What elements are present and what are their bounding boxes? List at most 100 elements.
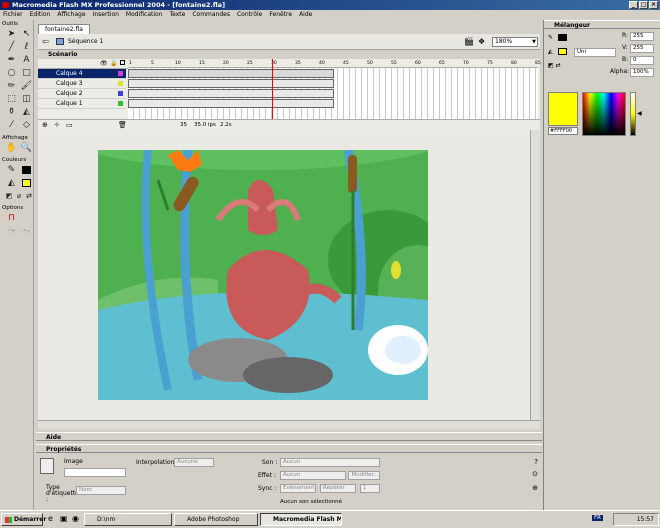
layer-row[interactable]: Calque 4 xyxy=(38,69,126,79)
hex-input[interactable]: #FFFF00 xyxy=(548,127,578,135)
zoom-tool-icon[interactable]: 🔍 xyxy=(20,142,33,154)
fill-type-select[interactable]: Uni xyxy=(574,48,616,57)
taskbar-item-flash[interactable]: Macromedia Flash MX... xyxy=(260,513,342,526)
brush-tool-icon[interactable]: 🖌 xyxy=(20,80,33,92)
blue-input[interactable]: 0 xyxy=(630,56,654,65)
rectangle-tool-icon[interactable]: □ xyxy=(20,67,33,79)
timeline-title[interactable]: Scénario xyxy=(38,50,540,59)
menu-insertion[interactable]: Insertion xyxy=(93,10,119,20)
fill-color-icon[interactable]: ◭ xyxy=(5,177,18,189)
ink-bottle-tool-icon[interactable]: ⚱ xyxy=(5,106,18,118)
playhead[interactable] xyxy=(272,59,273,119)
menu-aide[interactable]: Aide xyxy=(299,10,312,20)
stroke-color-swatch[interactable] xyxy=(20,164,33,176)
arrow-tool-icon[interactable]: ➤ xyxy=(5,28,18,40)
maximize-button[interactable]: □ xyxy=(639,1,648,9)
menu-texte[interactable]: Texte xyxy=(170,10,186,20)
eraser-tool-icon[interactable]: ◇ xyxy=(20,119,33,131)
eye-icon[interactable]: 👁 xyxy=(100,60,108,67)
default-colors-icon[interactable]: ◩ xyxy=(5,190,13,202)
menu-fenetre[interactable]: Fenêtre xyxy=(269,10,292,20)
aide-panel[interactable]: Aide xyxy=(36,432,542,441)
alpha-input[interactable]: 100% xyxy=(630,68,654,77)
help-icon[interactable]: ? xyxy=(534,458,538,466)
mixer-title[interactable]: Mélangeur xyxy=(544,20,660,29)
properties-title[interactable]: Propriétés xyxy=(36,444,542,453)
language-indicator[interactable]: FR xyxy=(592,515,603,521)
stroke-color-icon[interactable]: ✎ xyxy=(5,164,18,176)
smooth-option-icon[interactable]: ⤳ xyxy=(5,225,18,237)
snap-magnet-icon[interactable]: ⊓ xyxy=(5,212,18,224)
sync-select[interactable]: Evénement xyxy=(280,484,316,493)
horizontal-scrollbar[interactable] xyxy=(38,420,540,429)
document-tab[interactable]: fontaine2.fla xyxy=(38,24,90,34)
eyedropper-tool-icon[interactable]: ⁄ xyxy=(5,119,18,131)
line-tool-icon[interactable]: ╱ xyxy=(5,41,18,53)
swap-colors-icon[interactable]: ⇄ xyxy=(25,190,33,202)
green-input[interactable]: 255 xyxy=(630,44,654,53)
menu-commandes[interactable]: Commandes xyxy=(192,10,230,20)
zoom-select[interactable]: 180% ▼ xyxy=(492,37,538,47)
effet-select[interactable]: Aucun xyxy=(280,471,346,480)
outline-icon[interactable] xyxy=(120,60,125,65)
add-folder-icon[interactable]: ▭ xyxy=(66,121,73,129)
straighten-option-icon[interactable]: ⥊ xyxy=(20,225,33,237)
interpolation-select[interactable]: Aucune xyxy=(174,458,214,467)
back-arrow-icon[interactable]: ⇦ xyxy=(42,38,49,46)
label-type-select[interactable]: Nom xyxy=(76,486,126,495)
start-button[interactable]: Démarrer xyxy=(1,513,46,526)
pen-tool-icon[interactable]: ✒ xyxy=(5,54,18,66)
expand-icon[interactable]: ⊕ xyxy=(532,484,538,492)
transform-tool-icon[interactable]: ⬚ xyxy=(5,93,18,105)
minimize-button[interactable]: _ xyxy=(629,1,638,9)
text-tool-icon[interactable]: A xyxy=(20,54,33,66)
add-layer-icon[interactable]: ⊕ xyxy=(42,121,48,129)
edit-icon[interactable]: ⊙ xyxy=(532,470,538,478)
menu-fichier[interactable]: Fichier xyxy=(3,10,23,20)
subselect-tool-icon[interactable]: ↖ xyxy=(20,28,33,40)
frame-label-input[interactable] xyxy=(64,468,126,477)
layer-row[interactable]: Calque 1 xyxy=(38,99,126,109)
layer-row[interactable]: Calque 2 xyxy=(38,89,126,99)
quicklaunch-ie-icon[interactable]: e xyxy=(48,514,53,523)
stage-canvas[interactable] xyxy=(98,150,428,400)
modifier-button[interactable]: Modifier... xyxy=(348,471,380,480)
close-button[interactable]: × xyxy=(649,1,658,9)
no-color-icon[interactable]: ⌀ xyxy=(15,190,23,202)
paint-bucket-tool-icon[interactable]: ◭ xyxy=(20,106,33,118)
taskbar-item-folder[interactable]: D:\nm xyxy=(84,513,172,526)
edit-scene-icon[interactable]: 🎬 xyxy=(464,37,474,46)
repeat-count[interactable]: 1 xyxy=(360,484,380,493)
lock-icon[interactable]: 🔒 xyxy=(110,60,117,67)
menu-affichage[interactable]: Affichage xyxy=(57,10,85,20)
son-select[interactable]: Aucun xyxy=(280,458,380,467)
edit-symbol-icon[interactable]: ❖ xyxy=(478,37,485,46)
pencil-tool-icon[interactable]: ✏ xyxy=(5,80,18,92)
oval-tool-icon[interactable]: ○ xyxy=(5,67,18,79)
frame-rate[interactable]: 35.0 ips xyxy=(194,122,216,128)
frames-grid[interactable]: 1 5 10 15 20 25 30 35 40 45 50 55 60 65 70 75 80 85 xyxy=(128,59,541,119)
mixer-fill-swatch[interactable] xyxy=(558,48,567,55)
add-guide-icon[interactable]: ✧ xyxy=(54,121,60,129)
aide-panel-title[interactable]: Aide xyxy=(36,432,542,441)
color-spectrum[interactable] xyxy=(582,92,626,136)
vertical-scrollbar[interactable] xyxy=(530,130,540,420)
menu-edition[interactable]: Edition xyxy=(30,10,51,20)
menu-modification[interactable]: Modification xyxy=(126,10,163,20)
hand-tool-icon[interactable]: ✋ xyxy=(5,142,18,154)
fill-color-swatch[interactable] xyxy=(20,177,33,189)
fill-transform-tool-icon[interactable]: ◫ xyxy=(20,93,33,105)
red-input[interactable]: 255 xyxy=(630,32,654,41)
brightness-slider[interactable] xyxy=(630,92,636,136)
repeat-select[interactable]: Répéter xyxy=(320,484,356,493)
menu-controle[interactable]: Contrôle xyxy=(237,10,262,20)
delete-layer-icon[interactable]: 🗑 xyxy=(118,121,127,129)
slider-arrow-icon[interactable]: ◀ xyxy=(637,110,642,117)
lasso-tool-icon[interactable]: ℓ xyxy=(20,41,33,53)
quicklaunch-media-icon[interactable]: ◉ xyxy=(72,514,79,523)
mixer-stroke-swatch[interactable] xyxy=(558,34,567,41)
quicklaunch-desktop-icon[interactable]: ▣ xyxy=(60,514,68,523)
layer-row[interactable]: Calque 3 xyxy=(38,79,126,89)
taskbar-item-photoshop[interactable]: Adobe Photoshop xyxy=(174,513,258,526)
swap-colors-icon[interactable]: ◩ ⇄ xyxy=(548,62,561,69)
